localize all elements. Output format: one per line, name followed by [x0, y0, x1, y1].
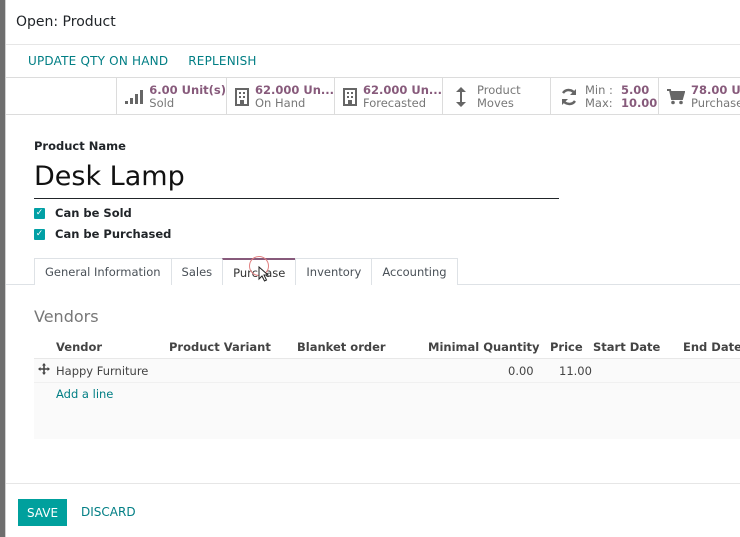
column-price[interactable]: Price	[550, 340, 583, 354]
tab-accounting[interactable]: Accounting	[371, 258, 458, 285]
product-dialog: Open: Product UPDATE QTY ON HAND REPLENI…	[5, 0, 740, 537]
product-moves-line1: Product	[477, 82, 521, 97]
building-icon	[343, 87, 357, 107]
column-blanket-order[interactable]: Blanket order	[297, 340, 386, 354]
smart-buttons: 6.00 Unit(s) Sold 62.000 Un... On Hand 6…	[6, 77, 740, 115]
max-label: Max:	[585, 95, 613, 110]
sold-value: 6.00 Unit(s)	[149, 82, 226, 97]
vendor-cell: Happy Furniture	[56, 364, 149, 378]
table-row[interactable]: Happy Furniture 0.00 11.00	[34, 359, 740, 383]
can-be-sold-row: ✓ Can be Sold	[34, 206, 132, 220]
forecasted-stat-button[interactable]: 62.000 Un... Forecasted	[334, 78, 442, 115]
product-name-label: Product Name	[34, 139, 126, 153]
sold-label: Sold	[149, 95, 175, 110]
form-tabs: General Information Sales Purchase Inven…	[34, 258, 458, 285]
column-minimal-quantity[interactable]: Minimal Quantity	[428, 340, 540, 354]
reordering-rules-button[interactable]: Min : 5.00 Max: 10.00	[550, 78, 658, 115]
min-label: Min :	[585, 82, 613, 97]
max-value: 10.00	[620, 95, 658, 110]
can-be-sold-checkbox[interactable]: ✓	[34, 207, 45, 219]
forecasted-label: Forecasted	[363, 95, 427, 110]
tab-general-information[interactable]: General Information	[34, 258, 172, 285]
can-be-purchased-row: ✓ Can be Purchased	[34, 227, 171, 241]
dialog-footer: SAVE DISCARD	[6, 483, 740, 537]
building-icon	[235, 87, 249, 107]
vendors-section-title: Vendors	[34, 307, 99, 326]
sold-stat-button[interactable]: 6.00 Unit(s) Sold	[116, 78, 226, 115]
table-body-bg	[34, 383, 740, 439]
price-cell: 11.00	[559, 364, 592, 378]
bar-chart-icon	[125, 87, 144, 107]
min-qty-cell: 0.00	[508, 364, 534, 378]
min-value: 5.00	[620, 82, 650, 97]
dialog-title: Open: Product	[16, 14, 116, 30]
can-be-purchased-checkbox[interactable]: ✓	[34, 228, 45, 240]
save-button[interactable]: SAVE	[18, 499, 67, 526]
column-vendor[interactable]: Vendor	[56, 340, 102, 354]
forecasted-value: 62.000 Un...	[363, 82, 443, 97]
purchased-value: 78.00 Unit	[691, 82, 740, 97]
vendors-table: Vendor Product Variant Blanket order Min…	[34, 335, 740, 439]
tab-sales[interactable]: Sales	[170, 258, 224, 285]
can-be-purchased-label: Can be Purchased	[55, 227, 172, 241]
product-name-input[interactable]: Desk Lamp	[34, 157, 559, 199]
add-line-link[interactable]: Add a line	[56, 387, 113, 401]
purchased-label: Purchased	[691, 95, 740, 110]
mouse-pointer-icon	[258, 265, 270, 286]
on-hand-value: 62.000 Un...	[255, 82, 335, 97]
purchased-stat-button[interactable]: 78.00 Unit Purchased	[658, 78, 740, 115]
product-moves-line2: Moves	[477, 95, 514, 110]
drag-handle-icon[interactable]	[38, 363, 50, 378]
replenish-button[interactable]: REPLENISH	[188, 54, 256, 68]
column-end-date[interactable]: End Date	[683, 340, 740, 354]
table-header: Vendor Product Variant Blanket order Min…	[34, 335, 740, 359]
column-start-date[interactable]: Start Date	[593, 340, 660, 354]
can-be-sold-label: Can be Sold	[55, 206, 132, 220]
on-hand-label: On Hand	[255, 95, 306, 110]
update-qty-button[interactable]: UPDATE QTY ON HAND	[28, 54, 168, 68]
on-hand-stat-button[interactable]: 62.000 Un... On Hand	[226, 78, 334, 115]
dialog-header: Open: Product	[6, 0, 740, 45]
tab-inventory[interactable]: Inventory	[295, 258, 373, 285]
arrows-vertical-icon	[451, 86, 471, 107]
refresh-icon	[559, 87, 579, 107]
product-moves-button[interactable]: Product Moves	[442, 78, 550, 115]
action-bar: UPDATE QTY ON HAND REPLENISH	[6, 45, 740, 77]
column-product-variant[interactable]: Product Variant	[169, 340, 271, 354]
cart-icon	[667, 87, 685, 107]
discard-button[interactable]: DISCARD	[81, 505, 136, 519]
